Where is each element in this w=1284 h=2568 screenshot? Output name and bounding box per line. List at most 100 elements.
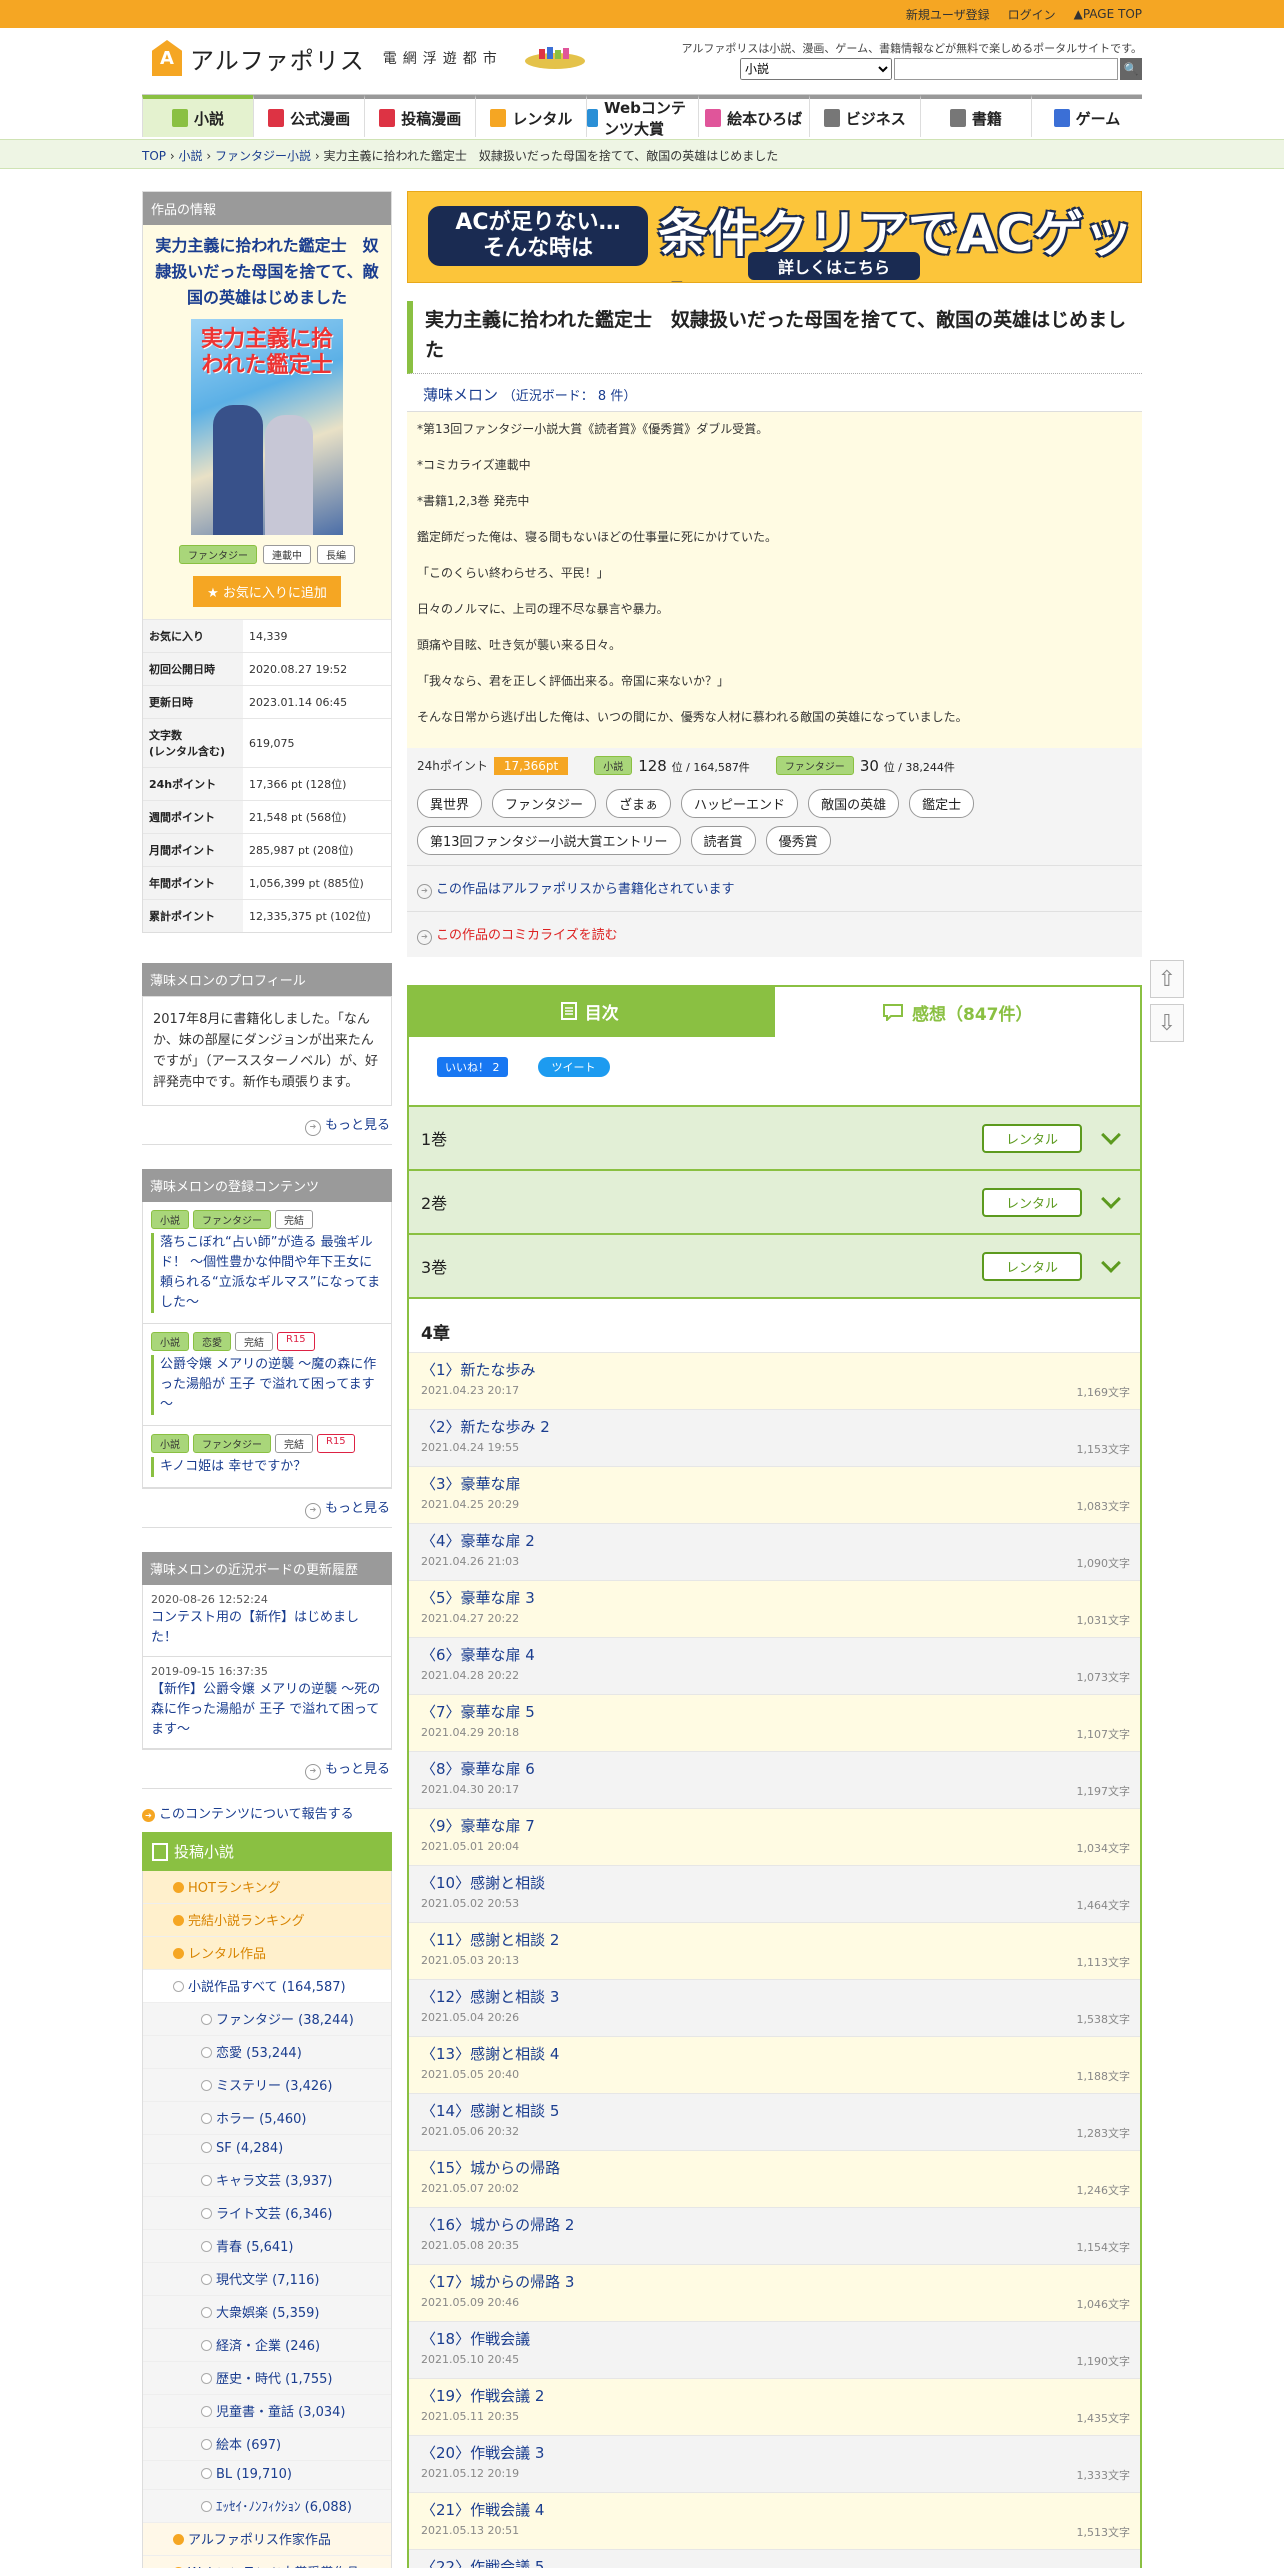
category-item[interactable]: ｴｯｾｲ･ﾉﾝﾌｨｸｼｮﾝ (6,088) xyxy=(143,2490,391,2523)
episode-title[interactable]: 〈17〉城からの帰路 3 xyxy=(421,2271,1128,2292)
episode-title[interactable]: 〈1〉新たな歩み xyxy=(421,1359,1128,1380)
page-top-link[interactable]: ▲PAGE TOP xyxy=(1074,7,1142,21)
content-title-link[interactable]: 公爵令嬢 メアリの逆襲 ～魔の森に作った湯船が 王子 で溢れて困ってます～ xyxy=(151,1355,383,1415)
breadcrumb-top[interactable]: TOP xyxy=(142,149,166,163)
category-item[interactable]: ファンタジー (38,244) xyxy=(143,2003,391,2036)
keyword-tag[interactable]: 敵国の英雄 xyxy=(808,789,900,818)
episode-title[interactable]: 〈11〉感謝と相談 2 xyxy=(421,1929,1128,1950)
search-input[interactable] xyxy=(894,58,1118,80)
episode-title[interactable]: 〈13〉感謝と相談 4 xyxy=(421,2043,1128,2064)
episode-row[interactable]: 〈4〉豪華な扉 2 2021.04.26 21:03 1,090文字 xyxy=(409,1523,1140,1580)
nav-item[interactable]: 投稿漫画 xyxy=(364,95,476,137)
nav-item[interactable]: 公式漫画 xyxy=(253,95,365,137)
nav-item[interactable]: 小説 xyxy=(142,95,254,137)
breadcrumb-fantasy[interactable]: ファンタジー小説 xyxy=(215,149,311,163)
work-title[interactable]: 実力主義に拾われた鑑定士 奴隷扱いだった母国を捨てて、敵国の英雄はじめました xyxy=(143,225,391,319)
episode-row[interactable]: 〈7〉豪華な扉 5 2021.04.29 20:18 1,107文字 xyxy=(409,1694,1140,1751)
registered-more-link[interactable]: もっと見る xyxy=(142,1489,392,1528)
rent-button[interactable]: レンタル xyxy=(981,1251,1082,1281)
episode-row[interactable]: 〈22〉作戦会議 52021.05.14 22:311,236文字 xyxy=(409,2549,1140,2568)
search-button[interactable]: 🔍 xyxy=(1120,58,1142,80)
episode-row[interactable]: 〈19〉作戦会議 2 2021.05.11 20:35 1,435文字 xyxy=(409,2378,1140,2435)
episode-title[interactable]: 〈5〉豪華な扉 3 xyxy=(421,1587,1128,1608)
episode-title[interactable]: 〈4〉豪華な扉 2 xyxy=(421,1530,1128,1551)
nav-item[interactable]: ゲーム xyxy=(1030,95,1142,137)
category-item[interactable]: 青春 (5,641) xyxy=(143,2230,391,2263)
board-count-link[interactable]: （近況ボード： 8 件） xyxy=(503,389,637,404)
episode-title[interactable]: 〈21〉作戦会議 4 xyxy=(421,2499,1128,2520)
nav-item[interactable]: 絵本ひろば xyxy=(697,95,809,137)
keyword-tag[interactable]: 読者賞 xyxy=(690,826,756,855)
volume-row[interactable]: 3巻 レンタル xyxy=(409,1235,1140,1299)
category-item[interactable]: 経済・企業 (246) xyxy=(143,2329,391,2362)
tab-toc[interactable]: 目次 xyxy=(407,985,773,1037)
login-link[interactable]: ログイン xyxy=(1008,6,1056,23)
episode-row[interactable]: 〈10〉感謝と相談 2021.05.02 20:53 1,464文字 xyxy=(409,1865,1140,1922)
nav-item[interactable]: Webコンテンツ大賞 xyxy=(586,95,698,138)
promo-banner[interactable]: ACが足りない… そんな時は 条件クリアでACゲット! 詳しくはこちら xyxy=(407,191,1142,283)
chevron-down-icon[interactable] xyxy=(1101,1125,1121,1145)
episode-title[interactable]: 〈15〉城からの帰路 xyxy=(421,2157,1128,2178)
category-item[interactable]: ホラー (5,460) xyxy=(143,2102,391,2135)
chevron-down-icon[interactable] xyxy=(1101,1253,1121,1273)
episode-title[interactable]: 〈6〉豪華な扉 4 xyxy=(421,1644,1128,1665)
board-title-link[interactable]: コンテスト用の【新作】はじめました！ xyxy=(151,1608,383,1648)
category-header[interactable]: 投稿小説 xyxy=(142,1832,392,1871)
breadcrumb-novel[interactable]: 小説 xyxy=(178,149,202,163)
episode-title[interactable]: 〈8〉豪華な扉 6 xyxy=(421,1758,1128,1779)
keyword-tag[interactable]: 第13回ファンタジー小説大賞エントリー xyxy=(417,826,681,855)
keyword-tag[interactable]: 優秀賞 xyxy=(765,826,831,855)
keyword-tag[interactable]: ハッピーエンド xyxy=(681,789,799,818)
nav-item[interactable]: レンタル xyxy=(475,95,587,137)
category-item[interactable]: BL (19,710) xyxy=(143,2461,391,2490)
keyword-tag[interactable]: ざまぁ xyxy=(606,789,672,818)
category-item[interactable]: レンタル作品 xyxy=(143,1937,391,1970)
category-item[interactable]: 小説作品すべて (164,587) xyxy=(143,1970,391,2003)
comic-link[interactable]: この作品のコミカライズを読む xyxy=(407,911,1142,957)
book-cover[interactable]: 実力主義に拾われた鑑定士 xyxy=(191,319,343,535)
category-item[interactable]: 完結小説ランキング xyxy=(143,1904,391,1937)
episode-title[interactable]: 〈20〉作戦会議 3 xyxy=(421,2442,1128,2463)
category-item[interactable]: 歴史・時代 (1,755) xyxy=(143,2362,391,2395)
book-link[interactable]: この作品はアルファポリスから書籍化されています xyxy=(407,865,1142,911)
content-title-link[interactable]: キノコ姫は 幸せですか？ xyxy=(151,1457,383,1477)
episode-row[interactable]: 〈16〉城からの帰路 2 2021.05.08 20:35 1,154文字 xyxy=(409,2207,1140,2264)
category-item[interactable]: ライト文芸 (6,346) xyxy=(143,2197,391,2230)
author-link[interactable]: 薄味メロン xyxy=(423,386,498,404)
category-item[interactable]: HOTランキング xyxy=(143,1871,391,1904)
category-item[interactable]: 絵本 (697) xyxy=(143,2428,391,2461)
episode-title[interactable]: 〈22〉作戦会議 5 xyxy=(421,2556,1128,2568)
rent-button[interactable]: レンタル xyxy=(981,1187,1082,1217)
episode-title[interactable]: 〈10〉感謝と相談 xyxy=(421,1872,1128,1893)
content-title-link[interactable]: 落ちこぼれ“占い師”が造る 最強ギルド！ ～個性豊かな仲間や年下王女に頼られる“… xyxy=(151,1233,383,1313)
board-title-link[interactable]: 【新作】公爵令嬢 メアリの逆襲 ～死の森に作った湯船が 王子 で溢れて困ってます… xyxy=(151,1680,383,1740)
episode-row[interactable]: 〈1〉新たな歩み 2021.04.23 20:17 1,169文字 xyxy=(409,1352,1140,1409)
episode-title[interactable]: 〈16〉城からの帰路 2 xyxy=(421,2214,1128,2235)
episode-row[interactable]: 〈21〉作戦会議 4 2021.05.13 20:51 1,513文字 xyxy=(409,2492,1140,2549)
episode-title[interactable]: 〈7〉豪華な扉 5 xyxy=(421,1701,1128,1722)
episode-row[interactable]: 〈9〉豪華な扉 7 2021.05.01 20:04 1,034文字 xyxy=(409,1808,1140,1865)
episode-row[interactable]: 〈14〉感謝と相談 5 2021.05.06 20:32 1,283文字 xyxy=(409,2093,1140,2150)
volume-row[interactable]: 1巻 レンタル xyxy=(409,1107,1140,1171)
episode-title[interactable]: 〈14〉感謝と相談 5 xyxy=(421,2100,1128,2121)
keyword-tag[interactable]: ファンタジー xyxy=(492,789,597,818)
search-category-select[interactable]: 小説 xyxy=(740,58,892,80)
category-item[interactable]: 恋愛 (53,244) xyxy=(143,2036,391,2069)
site-logo[interactable]: A アルファポリス 電網浮遊都市 xyxy=(152,40,587,76)
tweet-button[interactable]: ツイート xyxy=(537,1057,610,1077)
category-item[interactable]: 現代文学 (7,116) xyxy=(143,2263,391,2296)
episode-row[interactable]: 〈2〉新たな歩み 2 2021.04.24 19:55 1,153文字 xyxy=(409,1409,1140,1466)
profile-more-link[interactable]: もっと見る xyxy=(142,1106,392,1145)
category-item[interactable]: Webコンテンツ大賞受賞作品 xyxy=(143,2556,391,2568)
tab-comments[interactable]: 感想（847件） xyxy=(772,985,1142,1037)
episode-row[interactable]: 〈15〉城からの帰路 2021.05.07 20:02 1,246文字 xyxy=(409,2150,1140,2207)
episode-title[interactable]: 〈19〉作戦会議 2 xyxy=(421,2385,1128,2406)
episode-title[interactable]: 〈18〉作戦会議 xyxy=(421,2328,1128,2349)
keyword-tag[interactable]: 異世界 xyxy=(417,789,483,818)
category-item[interactable]: 大衆娯楽 (5,359) xyxy=(143,2296,391,2329)
episode-row[interactable]: 〈3〉豪華な扉 2021.04.25 20:29 1,083文字 xyxy=(409,1466,1140,1523)
volume-row[interactable]: 2巻 レンタル xyxy=(409,1171,1140,1235)
episode-row[interactable]: 〈20〉作戦会議 3 2021.05.12 20:19 1,333文字 xyxy=(409,2435,1140,2492)
episode-title[interactable]: 〈12〉感謝と相談 3 xyxy=(421,1986,1128,2007)
board-more-link[interactable]: もっと見る xyxy=(142,1750,392,1789)
